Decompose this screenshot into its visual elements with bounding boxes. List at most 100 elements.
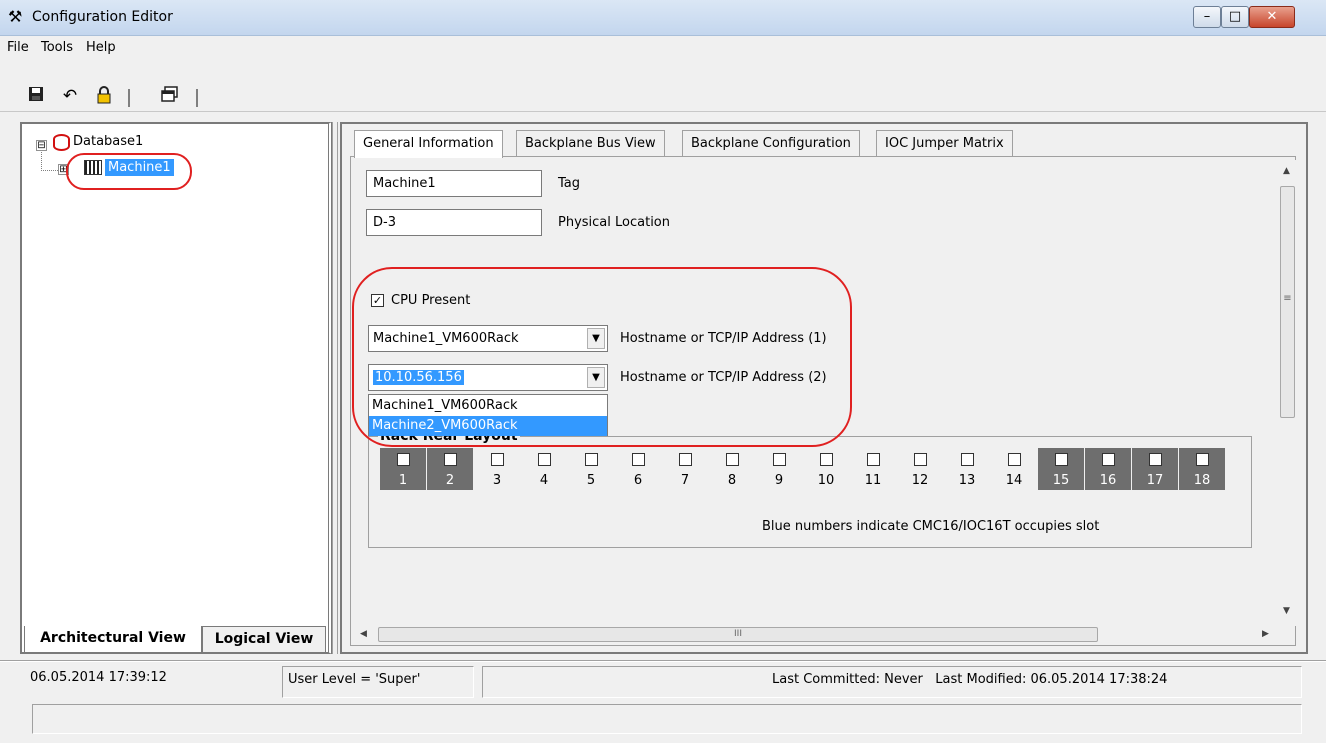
panel-splitter[interactable] <box>332 122 338 654</box>
hostname2-dropdown: Machine1_VM600Rack Machine2_VM600Rack <box>368 394 608 436</box>
menu-file[interactable]: File <box>7 40 29 55</box>
menu-tools[interactable]: Tools <box>41 40 73 55</box>
hostname2-value: 10.10.56.156 <box>373 370 464 385</box>
hostname1-value: Machine1_VM600Rack <box>373 331 519 346</box>
chevron-down-icon[interactable]: ▼ <box>587 367 605 388</box>
toolbar: ↶ <box>0 62 1326 112</box>
slot-checkbox[interactable] <box>867 453 880 466</box>
horizontal-scroll-thumb[interactable]: III <box>378 627 1098 642</box>
tab-ioc-jumper-matrix[interactable]: IOC Jumper Matrix <box>876 130 1013 157</box>
rack-slot[interactable]: 12 <box>897 448 943 490</box>
slot-checkbox[interactable] <box>538 453 551 466</box>
tree-item-database1[interactable]: Database1 <box>73 134 143 149</box>
tree-panel <box>20 122 332 654</box>
cpu-present-checkbox[interactable]: ✓ <box>371 294 384 307</box>
database-icon <box>53 134 70 151</box>
scroll-down-icon[interactable]: ▼ <box>1279 606 1294 616</box>
lock-icon[interactable] <box>94 86 114 106</box>
rack-slot[interactable]: 18 <box>1179 448 1225 490</box>
slot-number: 7 <box>680 473 690 488</box>
slot-checkbox[interactable] <box>1196 453 1209 466</box>
window-title: Configuration Editor <box>32 9 173 25</box>
scroll-up-icon[interactable]: ▲ <box>1279 166 1294 176</box>
cpu-present-label: CPU Present <box>391 293 471 308</box>
physical-location-label: Physical Location <box>558 215 670 230</box>
collapse-icon[interactable]: ⊟ <box>36 140 47 151</box>
slot-number: 3 <box>492 473 502 488</box>
tree-connector <box>41 170 58 171</box>
slot-checkbox[interactable] <box>397 453 410 466</box>
slot-checkbox[interactable] <box>1055 453 1068 466</box>
rack-slot[interactable]: 13 <box>944 448 990 490</box>
physical-location-input[interactable]: D-3 <box>366 209 542 236</box>
hostname1-combo[interactable]: Machine1_VM600Rack ▼ <box>368 325 608 352</box>
rack-slot[interactable]: 4 <box>521 448 567 490</box>
rack-slot[interactable]: 16 <box>1085 448 1131 490</box>
title-bar[interactable] <box>0 0 1326 36</box>
rack-slot[interactable]: 15 <box>1038 448 1084 490</box>
slot-checkbox[interactable] <box>444 453 457 466</box>
minimize-button[interactable]: – <box>1193 6 1221 28</box>
undo-icon[interactable]: ↶ <box>60 86 80 106</box>
dropdown-option-highlighted[interactable]: Machine2_VM600Rack <box>369 416 607 436</box>
tab-backplane-configuration[interactable]: Backplane Configuration <box>682 130 860 157</box>
status-commit-info: Last Committed: Never Last Modified: 06.… <box>772 672 1168 687</box>
slot-number: 11 <box>864 473 882 488</box>
rack-slot[interactable]: 11 <box>850 448 896 490</box>
tab-general-information[interactable]: General Information <box>354 130 503 158</box>
scroll-left-icon[interactable]: ◀ <box>356 629 371 639</box>
slot-checkbox[interactable] <box>961 453 974 466</box>
window-list-icon[interactable] <box>160 86 180 106</box>
slot-number: 18 <box>1193 473 1211 488</box>
rack-slot[interactable]: 7 <box>662 448 708 490</box>
status-user-level: User Level = 'Super' <box>288 672 421 687</box>
slot-checkbox[interactable] <box>773 453 786 466</box>
rack-slot[interactable]: 2 <box>427 448 473 490</box>
close-icon: ✕ <box>1266 9 1278 24</box>
chevron-down-icon[interactable]: ▼ <box>587 328 605 349</box>
rack-slot[interactable]: 9 <box>756 448 802 490</box>
rack-slot[interactable]: 3 <box>474 448 520 490</box>
slot-number: 1 <box>398 473 408 488</box>
slot-number: 10 <box>817 473 835 488</box>
slot-checkbox[interactable] <box>1102 453 1115 466</box>
rack-slot[interactable]: 17 <box>1132 448 1178 490</box>
slot-checkbox[interactable] <box>585 453 598 466</box>
tools-icon: ⚒ <box>8 7 23 26</box>
tab-architectural-view[interactable]: Architectural View <box>24 626 202 653</box>
maximize-button[interactable]: □ <box>1221 6 1249 28</box>
vertical-scroll-thumb[interactable]: ≡ <box>1280 186 1295 418</box>
menu-help[interactable]: Help <box>86 40 116 55</box>
rack-slot[interactable]: 14 <box>991 448 1037 490</box>
rack-slot[interactable]: 10 <box>803 448 849 490</box>
slot-number: 2 <box>445 473 455 488</box>
scroll-right-icon[interactable]: ▶ <box>1258 629 1273 639</box>
toolbar-separator <box>196 89 198 107</box>
tree-connector <box>41 152 42 171</box>
rack-slot[interactable]: 1 <box>380 448 426 490</box>
rack-slot[interactable]: 6 <box>615 448 661 490</box>
save-icon[interactable] <box>26 86 46 106</box>
slot-checkbox[interactable] <box>914 453 927 466</box>
hostname2-combo[interactable]: 10.10.56.156 ▼ <box>368 364 608 391</box>
slot-checkbox[interactable] <box>679 453 692 466</box>
toolbar-separator <box>128 89 130 107</box>
slot-checkbox[interactable] <box>820 453 833 466</box>
tab-logical-view[interactable]: Logical View <box>202 626 326 653</box>
grip-icon: III <box>734 629 742 639</box>
hostname1-label: Hostname or TCP/IP Address (1) <box>620 331 827 346</box>
slot-checkbox[interactable] <box>1149 453 1162 466</box>
tab-backplane-bus-view[interactable]: Backplane Bus View <box>516 130 665 157</box>
slot-checkbox[interactable] <box>1008 453 1021 466</box>
slot-checkbox[interactable] <box>726 453 739 466</box>
rack-slot[interactable]: 8 <box>709 448 755 490</box>
slot-number: 9 <box>774 473 784 488</box>
slot-checkbox[interactable] <box>632 453 645 466</box>
close-button[interactable]: ✕ <box>1249 6 1295 28</box>
dropdown-option[interactable]: Machine1_VM600Rack <box>369 396 607 416</box>
slot-number: 12 <box>911 473 929 488</box>
slot-checkbox[interactable] <box>491 453 504 466</box>
slot-number: 6 <box>633 473 643 488</box>
tag-input[interactable]: Machine1 <box>366 170 542 197</box>
rack-slot[interactable]: 5 <box>568 448 614 490</box>
